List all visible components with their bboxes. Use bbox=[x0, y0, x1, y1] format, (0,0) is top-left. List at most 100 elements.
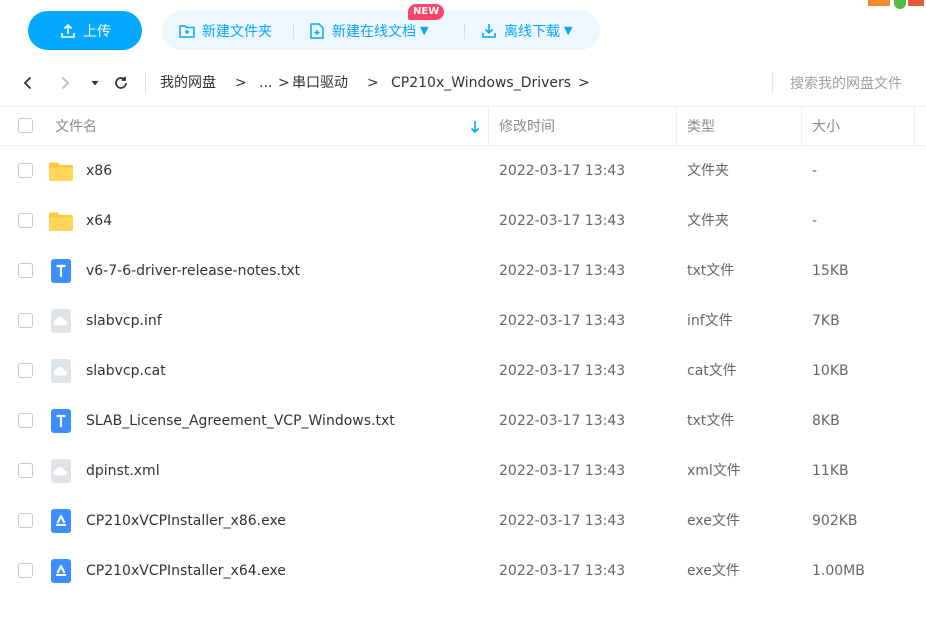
file-size: 7KB bbox=[812, 313, 840, 329]
column-header-type[interactable]: 类型 bbox=[687, 107, 715, 147]
forward-button[interactable] bbox=[54, 72, 76, 94]
exe-file-icon bbox=[48, 508, 74, 534]
offline-download-label: 离线下载 bbox=[504, 23, 560, 40]
generic-file-icon bbox=[48, 308, 74, 334]
file-type: 文件夹 bbox=[687, 163, 729, 179]
folder-icon bbox=[48, 158, 74, 184]
column-divider bbox=[914, 107, 915, 147]
table-header: 文件名 修改时间 类型 大小 bbox=[0, 106, 926, 147]
file-type: exe文件 bbox=[687, 513, 740, 529]
file-modified-time: 2022-03-17 13:43 bbox=[499, 263, 626, 279]
file-type: txt文件 bbox=[687, 263, 735, 279]
file-name[interactable]: v6-7-6-driver-release-notes.txt bbox=[86, 246, 300, 296]
row-checkbox[interactable] bbox=[18, 363, 33, 378]
new-online-doc-label: 新建在线文档 bbox=[332, 23, 416, 40]
sort-down-icon[interactable] bbox=[469, 119, 481, 135]
breadcrumb-ellipsis[interactable]: ... bbox=[259, 72, 272, 94]
search-input[interactable] bbox=[780, 69, 926, 99]
pill-divider bbox=[464, 23, 465, 39]
column-header-modified[interactable]: 修改时间 bbox=[499, 107, 555, 147]
file-name[interactable]: dpinst.xml bbox=[86, 446, 160, 496]
file-name[interactable]: slabvcp.cat bbox=[86, 346, 166, 396]
file-size: 10KB bbox=[812, 363, 849, 379]
txt-file-icon bbox=[48, 258, 74, 284]
upload-button[interactable]: 上传 bbox=[28, 11, 142, 50]
new-badge: NEW bbox=[408, 4, 445, 20]
folder-plus-icon bbox=[179, 24, 195, 38]
file-name[interactable]: SLAB_License_Agreement_VCP_Windows.txt bbox=[86, 396, 395, 446]
row-checkbox[interactable] bbox=[18, 163, 33, 178]
pill-divider bbox=[293, 23, 294, 39]
file-modified-time: 2022-03-17 13:43 bbox=[499, 413, 626, 429]
generic-file-icon bbox=[48, 358, 74, 384]
action-pill: 新建文件夹 新建在线文档 ▼ NEW 离线下载 ▼ bbox=[162, 4, 600, 50]
column-divider bbox=[801, 107, 802, 147]
file-size: 15KB bbox=[812, 263, 849, 279]
file-size: 1.00MB bbox=[812, 563, 865, 579]
file-modified-time: 2022-03-17 13:43 bbox=[499, 363, 626, 379]
select-all-checkbox[interactable] bbox=[18, 118, 33, 133]
column-header-name[interactable]: 文件名 bbox=[55, 107, 97, 147]
breadcrumb-separator: > bbox=[578, 75, 590, 91]
file-name[interactable]: CP210xVCPInstaller_x64.exe bbox=[86, 546, 286, 596]
column-divider bbox=[676, 107, 677, 147]
exe-file-icon bbox=[48, 558, 74, 584]
table-row[interactable]: x86 2022-03-17 13:43 文件夹 - bbox=[0, 146, 926, 196]
offline-download-button[interactable]: 离线下载 ▼ bbox=[480, 11, 572, 50]
generic-file-icon bbox=[48, 458, 74, 484]
nav-divider bbox=[145, 72, 146, 94]
breadcrumb-separator: > bbox=[278, 75, 290, 91]
column-header-size[interactable]: 大小 bbox=[812, 107, 840, 147]
row-checkbox[interactable] bbox=[18, 263, 33, 278]
table-row[interactable]: CP210xVCPInstaller_x64.exe 2022-03-17 13:… bbox=[0, 546, 926, 596]
table-row[interactable]: slabvcp.cat 2022-03-17 13:43 cat文件 10KB bbox=[0, 346, 926, 396]
table-row[interactable]: x64 2022-03-17 13:43 文件夹 - bbox=[0, 196, 926, 246]
chevron-down-icon: ▼ bbox=[420, 24, 429, 37]
caret-down-icon bbox=[91, 81, 99, 86]
row-checkbox[interactable] bbox=[18, 463, 33, 478]
file-size: - bbox=[812, 213, 818, 229]
file-modified-time: 2022-03-17 13:43 bbox=[499, 313, 626, 329]
toolbar: 上传 新建文件夹 新建在线文档 ▼ NEW 离线下载 ▼ bbox=[0, 0, 926, 62]
chevron-left-icon bbox=[23, 76, 32, 90]
download-icon bbox=[482, 23, 496, 38]
breadcrumb-root[interactable]: 我的网盘 bbox=[160, 72, 216, 94]
txt-file-icon bbox=[48, 408, 74, 434]
new-folder-button[interactable]: 新建文件夹 bbox=[178, 11, 272, 50]
row-checkbox[interactable] bbox=[18, 213, 33, 228]
history-dropdown-button[interactable] bbox=[84, 72, 106, 94]
row-checkbox[interactable] bbox=[18, 413, 33, 428]
table-row[interactable]: CP210xVCPInstaller_x86.exe 2022-03-17 13:… bbox=[0, 496, 926, 546]
refresh-button[interactable] bbox=[110, 72, 132, 94]
breadcrumb-item[interactable]: 串口驱动 bbox=[292, 72, 348, 94]
table-row[interactable]: SLAB_License_Agreement_VCP_Windows.txt 20… bbox=[0, 396, 926, 446]
file-name[interactable]: x64 bbox=[86, 196, 112, 246]
row-checkbox[interactable] bbox=[18, 313, 33, 328]
table-row[interactable]: slabvcp.inf 2022-03-17 13:43 inf文件 7KB bbox=[0, 296, 926, 346]
doc-plus-icon bbox=[310, 22, 324, 39]
search-divider bbox=[772, 72, 773, 94]
row-checkbox[interactable] bbox=[18, 563, 33, 578]
file-modified-time: 2022-03-17 13:43 bbox=[499, 513, 626, 529]
navigation-bar: 我的网盘 > ... > 串口驱动 > CP210x_Windows_Drive… bbox=[0, 62, 926, 106]
file-type: exe文件 bbox=[687, 563, 740, 579]
back-button[interactable] bbox=[17, 72, 39, 94]
upload-icon bbox=[61, 23, 75, 38]
file-size: 8KB bbox=[812, 413, 840, 429]
file-name[interactable]: x86 bbox=[86, 146, 112, 196]
file-name[interactable]: slabvcp.inf bbox=[86, 296, 162, 346]
table-row[interactable]: dpinst.xml 2022-03-17 13:43 xml文件 11KB bbox=[0, 446, 926, 496]
file-type: xml文件 bbox=[687, 463, 741, 479]
file-modified-time: 2022-03-17 13:43 bbox=[499, 463, 626, 479]
file-name[interactable]: CP210xVCPInstaller_x86.exe bbox=[86, 496, 286, 546]
breadcrumb-current[interactable]: CP210x_Windows_Drivers bbox=[391, 72, 571, 94]
breadcrumb-separator: > bbox=[367, 75, 379, 91]
row-checkbox[interactable] bbox=[18, 513, 33, 528]
file-type: 文件夹 bbox=[687, 213, 729, 229]
chevron-down-icon: ▼ bbox=[564, 24, 573, 37]
table-row[interactable]: v6-7-6-driver-release-notes.txt 2022-03-1… bbox=[0, 246, 926, 296]
file-type: cat文件 bbox=[687, 363, 737, 379]
file-type: txt文件 bbox=[687, 413, 735, 429]
breadcrumb-separator: > bbox=[235, 75, 247, 91]
file-type: inf文件 bbox=[687, 313, 733, 329]
